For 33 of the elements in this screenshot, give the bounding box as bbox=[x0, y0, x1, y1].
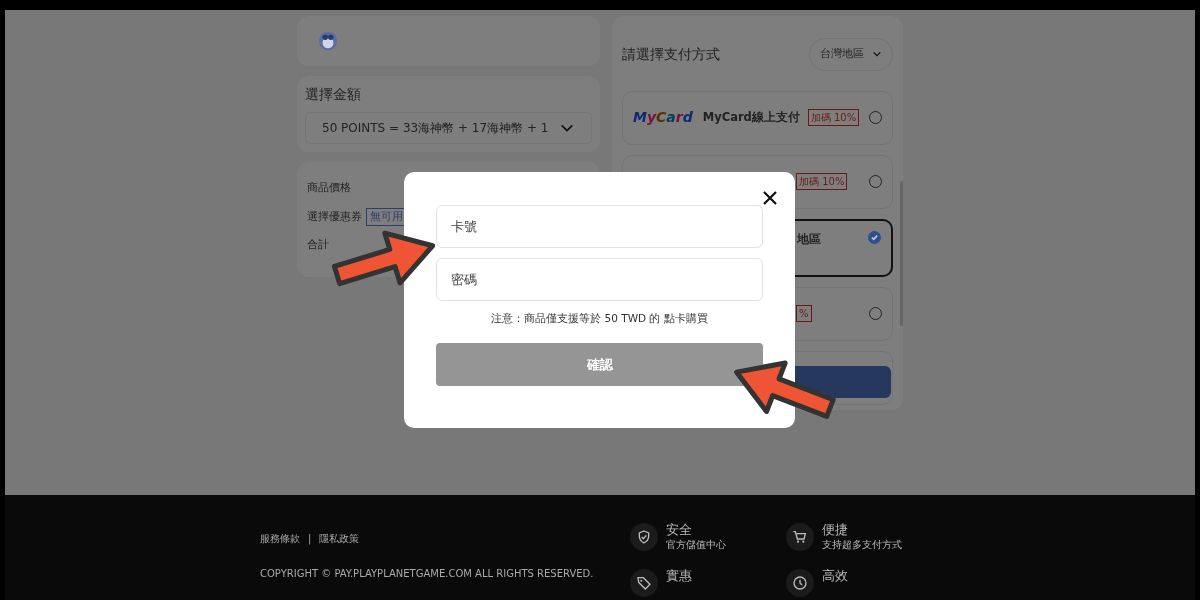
cart-icon bbox=[792, 529, 808, 545]
feature-title: 便捷 bbox=[822, 523, 849, 538]
card-logo: MyCard bbox=[633, 108, 693, 127]
feature-title: 高效 bbox=[822, 569, 848, 584]
bonus-tag: 加碼 10% bbox=[796, 173, 848, 190]
summary-label: 合計 bbox=[307, 237, 329, 254]
payment-option[interactable]: MyCard MyCard線上支付 加碼 10% bbox=[622, 90, 893, 145]
option-name: MyCard線上支付 bbox=[702, 108, 800, 126]
shield-icon bbox=[636, 529, 652, 545]
feature-title: 實惠 bbox=[666, 569, 692, 584]
notice-text: 注意：商品僅支援等於 50 TWD 的 點卡購買 bbox=[490, 311, 709, 326]
tag-icon bbox=[636, 575, 652, 592]
clock-icon bbox=[792, 575, 808, 592]
section-title: 選擇金額 bbox=[305, 85, 362, 104]
close-icon bbox=[761, 188, 779, 207]
logo-icon bbox=[317, 30, 339, 52]
amount-select[interactable]: 50 POINTS = 33海神幣 + 17海神幣 + 1 bbox=[305, 112, 592, 145]
separator: | bbox=[308, 532, 312, 546]
feature-subtitle: 支持超多支付方式 bbox=[822, 538, 902, 553]
check-icon bbox=[870, 232, 879, 242]
region-select[interactable]: 台灣地區 bbox=[809, 38, 893, 71]
radio-button[interactable] bbox=[868, 230, 881, 244]
feature-subtitle: 官方儲值中心 bbox=[666, 538, 726, 553]
summary-label: 選擇優惠券 bbox=[307, 208, 362, 225]
bonus-tag: 加碼 10% bbox=[807, 109, 860, 126]
section-title: 請選擇支付方式 bbox=[622, 45, 720, 65]
footer-link[interactable]: 服務條款 bbox=[260, 531, 300, 546]
summary-label: 商品價格 bbox=[307, 180, 351, 197]
bonus-tag: % bbox=[796, 305, 812, 322]
footer-link[interactable]: 隱私政策 bbox=[319, 531, 360, 546]
feature-title: 安全 bbox=[666, 523, 693, 538]
option-name: 地區 bbox=[797, 230, 821, 248]
copyright-text: COPYRIGHT © PAY.PLAYPLANETGAME.COM ALL RIGHTS RESERVED. bbox=[260, 567, 595, 581]
